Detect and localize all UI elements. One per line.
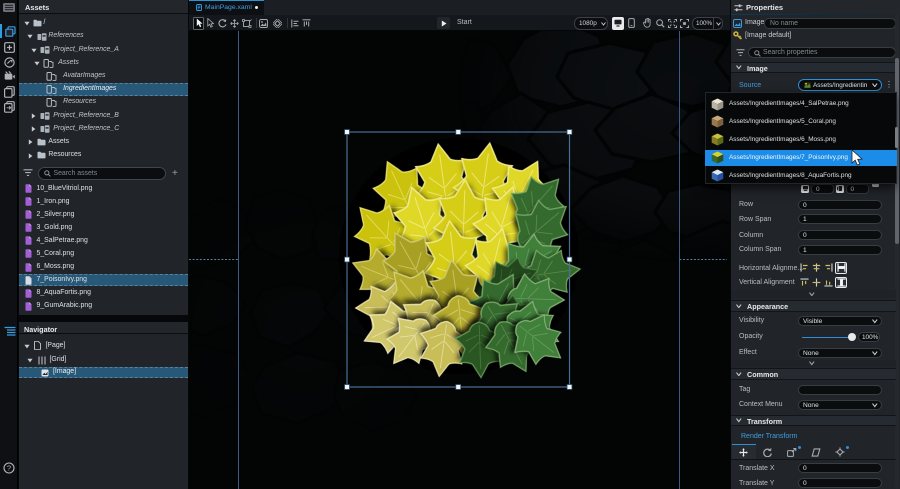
- svg-text:?: ?: [7, 464, 11, 473]
